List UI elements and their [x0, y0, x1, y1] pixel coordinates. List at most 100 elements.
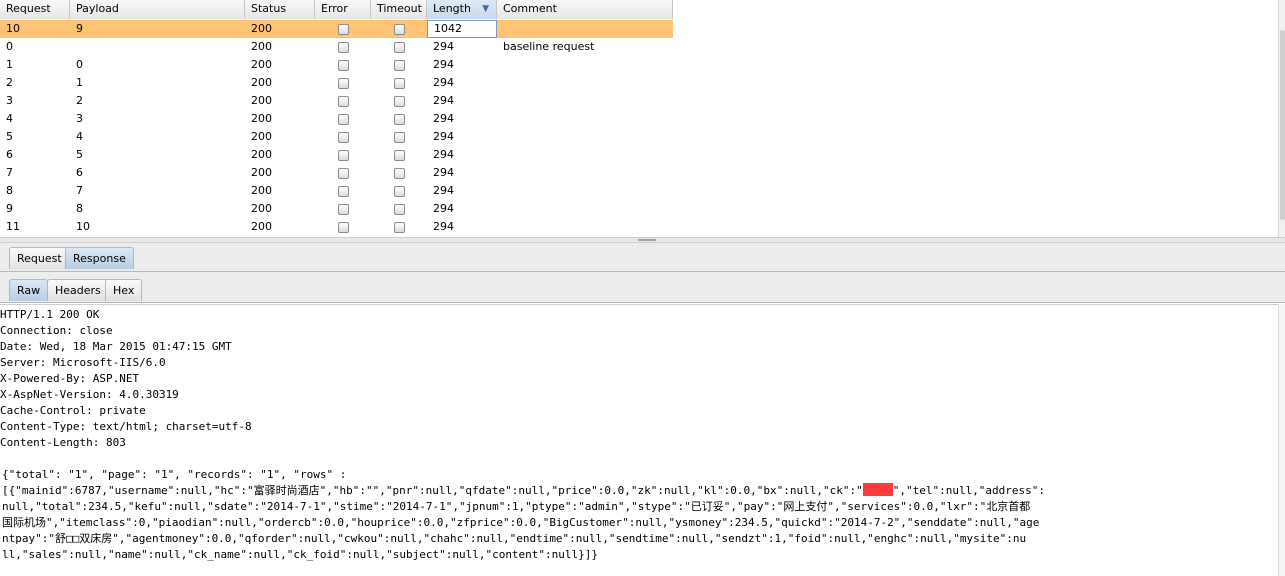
column-header-comment[interactable]: Comment	[497, 0, 673, 19]
error-checkbox[interactable]	[338, 222, 349, 233]
cell-timeout	[371, 146, 427, 164]
cell-payload: 8	[76, 202, 83, 215]
column-header-payload[interactable]: Payload	[70, 0, 245, 19]
error-checkbox[interactable]	[338, 132, 349, 143]
table-header: Request Payload Status Error Timeout Len…	[0, 0, 673, 19]
cell-comment	[497, 56, 673, 74]
cell-payload: 1	[76, 76, 83, 89]
table-row[interactable]: 4 3 200 294	[0, 110, 673, 128]
cell-timeout	[371, 74, 427, 92]
error-checkbox[interactable]	[338, 150, 349, 161]
message-tabs: Request Response	[0, 243, 1285, 272]
cell-length: 294	[433, 202, 454, 215]
error-checkbox[interactable]	[338, 114, 349, 125]
cell-length: 294	[433, 184, 454, 197]
status-line: HTTP/1.1 200 OK	[0, 308, 100, 321]
cell-error	[315, 146, 371, 164]
tab-raw[interactable]: Raw	[9, 279, 49, 301]
error-checkbox[interactable]	[338, 24, 349, 35]
cell-comment	[497, 164, 673, 182]
cell-payload: 10	[76, 220, 90, 233]
response-body: {"total": "1", "page": "1", "records": "…	[2, 467, 1045, 563]
view-tabs: Raw Headers Hex	[0, 272, 1285, 303]
response-scrollbar[interactable]	[1278, 304, 1285, 576]
timeout-checkbox[interactable]	[394, 186, 405, 197]
timeout-checkbox[interactable]	[394, 222, 405, 233]
cell-timeout	[371, 38, 427, 56]
raw-response-view[interactable]: HTTP/1.1 200 OK Connection: close Date: …	[0, 304, 1285, 576]
column-header-timeout[interactable]: Timeout	[371, 0, 427, 19]
table-row[interactable]: 3 2 200 294	[0, 92, 673, 110]
cell-timeout	[371, 182, 427, 200]
error-checkbox[interactable]	[338, 204, 349, 215]
cell-status: 200	[251, 112, 272, 125]
timeout-checkbox[interactable]	[394, 60, 405, 71]
column-header-status[interactable]: Status	[245, 0, 315, 19]
column-header-error[interactable]: Error	[315, 0, 371, 19]
table-row[interactable]: 7 6 200 294	[0, 164, 673, 182]
error-checkbox[interactable]	[338, 96, 349, 107]
cell-length: 294	[433, 112, 454, 125]
body-line: ntpay":"舒□□双床房","agentmoney":0.0,"qforde…	[2, 532, 1027, 545]
cell-error	[315, 218, 371, 236]
table-row[interactable]: 5 4 200 294	[0, 128, 673, 146]
table-row[interactable]: 8 7 200 294	[0, 182, 673, 200]
timeout-checkbox[interactable]	[394, 78, 405, 89]
timeout-checkbox[interactable]	[394, 114, 405, 125]
cell-timeout	[371, 92, 427, 110]
cell-length: 1042	[427, 20, 497, 38]
cell-timeout	[371, 110, 427, 128]
tab-hex[interactable]: Hex	[105, 279, 143, 301]
column-header-length[interactable]: Length ▼	[427, 0, 497, 19]
table-row[interactable]: 10 9 200 1042	[0, 20, 673, 38]
timeout-checkbox[interactable]	[394, 204, 405, 215]
timeout-checkbox[interactable]	[394, 150, 405, 161]
table-scrollbar[interactable]	[1278, 0, 1285, 237]
cell-status: 200	[251, 94, 272, 107]
timeout-checkbox[interactable]	[394, 24, 405, 35]
error-checkbox[interactable]	[338, 168, 349, 179]
error-checkbox[interactable]	[338, 60, 349, 71]
tab-response[interactable]: Response	[65, 247, 134, 269]
body-line: null,"total":234.5,"kefu":null,"sdate":"…	[2, 500, 1031, 513]
cell-request: 8	[6, 184, 13, 197]
header-line: Content-Type: text/html; charset=utf-8	[0, 420, 252, 433]
column-header-request[interactable]: Request	[0, 0, 70, 19]
cell-timeout	[371, 164, 427, 182]
divider-grip-icon	[638, 239, 656, 241]
cell-request: 6	[6, 148, 13, 161]
cell-status: 200	[251, 130, 272, 143]
cell-length: 294	[433, 166, 454, 179]
header-line: Cache-Control: private	[0, 404, 146, 417]
timeout-checkbox[interactable]	[394, 132, 405, 143]
table-row[interactable]: 1 0 200 294	[0, 56, 673, 74]
error-checkbox[interactable]	[338, 78, 349, 89]
timeout-checkbox[interactable]	[394, 168, 405, 179]
table-row[interactable]: 11 10 200 294	[0, 218, 673, 236]
cell-comment	[497, 110, 673, 128]
error-checkbox[interactable]	[338, 186, 349, 197]
table-row[interactable]: 0 200 294 baseline request	[0, 38, 673, 56]
error-checkbox[interactable]	[338, 42, 349, 53]
cell-length: 294	[433, 40, 454, 53]
timeout-checkbox[interactable]	[394, 42, 405, 53]
body-line: [{"mainid":6787,"username":null,"hc":"富驿…	[2, 483, 1045, 499]
cell-request: 1	[6, 58, 13, 71]
tab-request[interactable]: Request	[9, 247, 70, 269]
cell-length: 294	[433, 76, 454, 89]
cell-length: 294	[433, 148, 454, 161]
header-line: X-AspNet-Version: 4.0.30319	[0, 388, 179, 401]
cell-payload: 7	[76, 184, 83, 197]
cell-payload	[70, 38, 245, 56]
timeout-checkbox[interactable]	[394, 96, 405, 107]
table-scrollbar-thumb[interactable]	[1280, 30, 1285, 220]
cell-status: 200	[251, 184, 272, 197]
cell-comment	[497, 200, 673, 218]
cell-error	[315, 200, 371, 218]
table-row[interactable]: 6 5 200 294	[0, 146, 673, 164]
cell-length: 294	[433, 220, 454, 233]
table-row[interactable]: 9 8 200 294	[0, 200, 673, 218]
table-row[interactable]: 2 1 200 294	[0, 74, 673, 92]
cell-error	[315, 92, 371, 110]
tab-headers[interactable]: Headers	[47, 279, 109, 301]
